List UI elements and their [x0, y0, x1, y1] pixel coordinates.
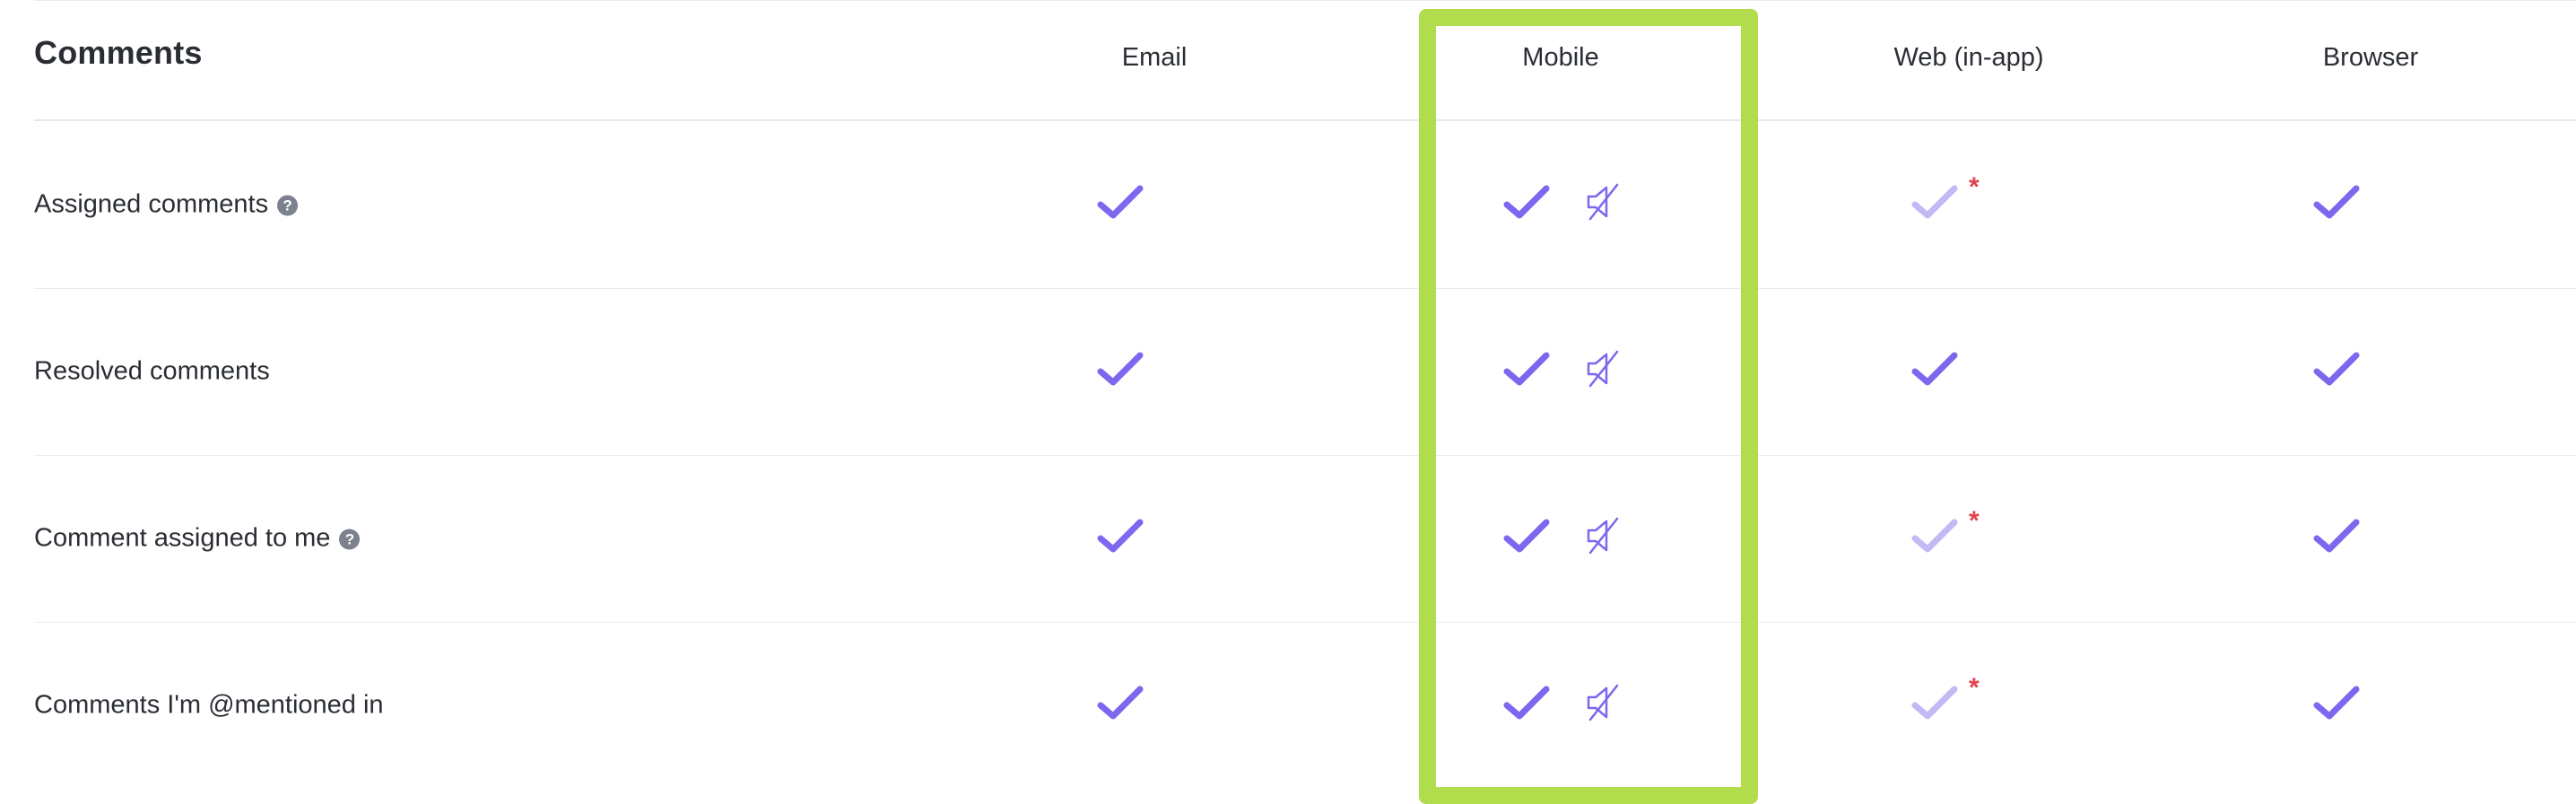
web-check-icon[interactable] [1911, 183, 1958, 223]
row-label-text: Resolved comments [34, 356, 270, 386]
required-asterisk: * [1969, 673, 1980, 703]
mobile-check-icon[interactable] [1503, 350, 1550, 389]
row-label: Assigned comments? [34, 189, 299, 220]
table-row: Comment assigned to me? * [34, 455, 2576, 623]
sound-muted-icon[interactable] [1585, 682, 1621, 723]
column-header-email: Email [1121, 43, 1188, 72]
sound-muted-icon[interactable] [1585, 515, 1621, 556]
mobile-check-icon[interactable] [1503, 517, 1550, 556]
mobile-check-icon[interactable] [1503, 183, 1550, 223]
table-row: Assigned comments? * [34, 121, 2576, 289]
column-header-web: Web (in-app) [1893, 43, 2044, 72]
row-label-text: Assigned comments [34, 189, 269, 219]
web-check-icon[interactable] [1911, 684, 1958, 723]
table-row: Resolved comments [34, 288, 2576, 456]
row-label: Resolved comments [34, 357, 270, 387]
table-row: Comments I'm @mentioned in * [34, 622, 2576, 789]
browser-check-icon[interactable] [2313, 183, 2360, 223]
browser-check-icon[interactable] [2313, 684, 2360, 723]
sound-muted-icon[interactable] [1585, 348, 1621, 389]
browser-check-icon[interactable] [2313, 350, 2360, 389]
table-header: Comments Email Mobile Web (in-app) Brows… [34, 0, 2576, 121]
email-check-icon[interactable] [1097, 183, 1144, 223]
column-header-browser: Browser [2322, 43, 2419, 72]
web-check-icon[interactable] [1911, 350, 1958, 389]
browser-check-icon[interactable] [2313, 517, 2360, 556]
column-header-mobile: Mobile [1522, 43, 1599, 72]
row-label: Comment assigned to me? [34, 523, 361, 554]
required-asterisk: * [1969, 506, 1980, 536]
required-asterisk: * [1969, 172, 1980, 202]
email-check-icon[interactable] [1097, 350, 1144, 389]
question-circle-icon[interactable]: ? [339, 529, 361, 550]
sound-muted-icon[interactable] [1585, 181, 1621, 223]
email-check-icon[interactable] [1097, 517, 1144, 556]
section-title: Comments [34, 34, 203, 71]
row-label-text: Comment assigned to me [34, 523, 331, 553]
mobile-check-icon[interactable] [1503, 684, 1550, 723]
row-label-text: Comments I'm @mentioned in [34, 690, 384, 720]
web-check-icon[interactable] [1911, 517, 1958, 556]
row-label: Comments I'm @mentioned in [34, 691, 384, 721]
question-circle-icon[interactable]: ? [277, 195, 299, 216]
email-check-icon[interactable] [1097, 684, 1144, 723]
